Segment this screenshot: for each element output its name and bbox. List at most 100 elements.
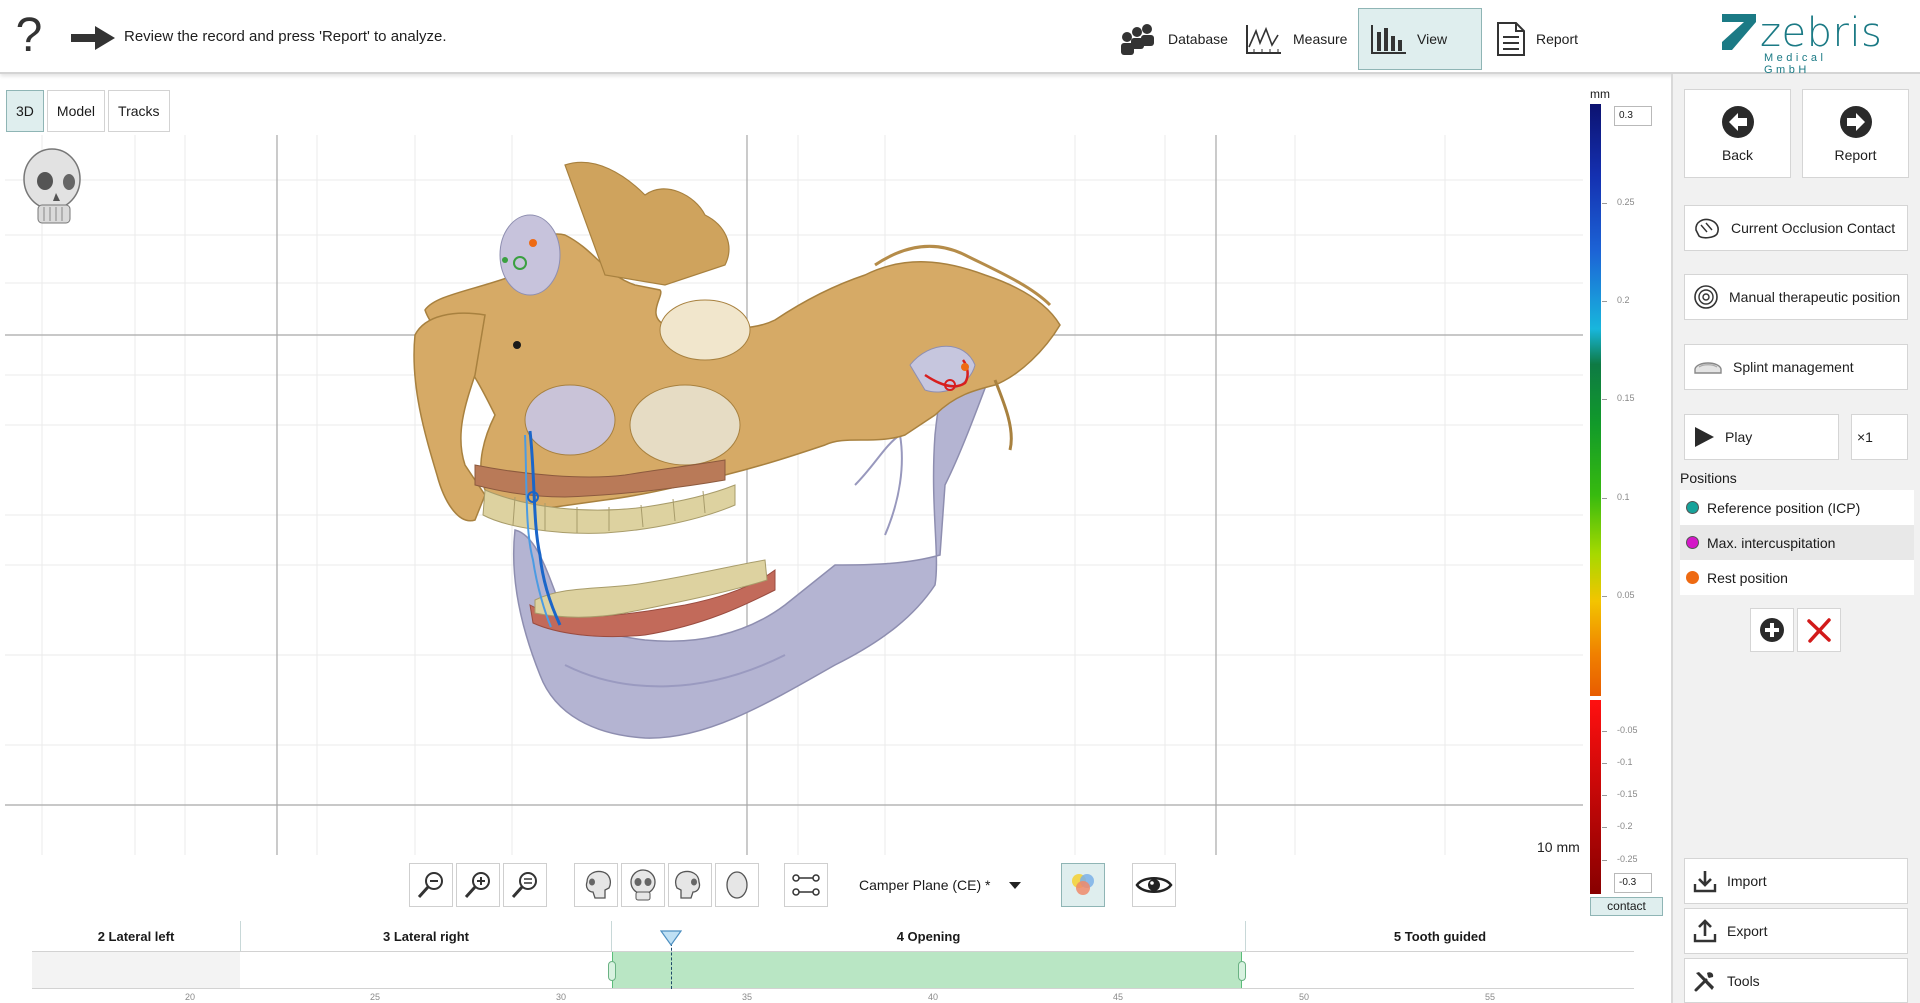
position-item[interactable]: Max. intercuspitation: [1680, 525, 1914, 560]
visibility-button[interactable]: [1132, 863, 1176, 907]
zoom-in-button[interactable]: [456, 863, 500, 907]
instruction-text: Review the record and press 'Report' to …: [124, 28, 447, 45]
legend-min-input[interactable]: -0.3: [1614, 873, 1652, 893]
nav-measure-label: Measure: [1293, 31, 1348, 47]
legend-tick-label: 0.2: [1617, 295, 1630, 305]
connection-tool-button[interactable]: [784, 863, 828, 907]
export-label: Export: [1727, 923, 1768, 939]
manual-therapeutic-position-button[interactable]: Manual therapeutic position: [1684, 274, 1908, 320]
zoom-fit-icon: [511, 872, 537, 899]
add-position-button[interactable]: [1750, 608, 1794, 652]
legend-tick-label: -0.1: [1617, 757, 1633, 767]
timeline-selection[interactable]: [611, 952, 1243, 988]
timeline-tick-label: 25: [370, 992, 381, 1002]
nav-database-button[interactable]: Database: [1108, 8, 1240, 70]
nav-report-button[interactable]: Report: [1484, 8, 1590, 70]
segment-tooth-guided[interactable]: 5 Tooth guided: [1245, 921, 1634, 951]
timeline-track-disabled: [32, 952, 240, 988]
playhead-marker-icon[interactable]: [660, 930, 682, 946]
play-button[interactable]: Play: [1684, 414, 1839, 460]
view-top-button[interactable]: [715, 863, 759, 907]
legend-tick-label: 0.05: [1617, 590, 1635, 600]
nav-measure-button[interactable]: Measure: [1233, 8, 1359, 70]
contact-button[interactable]: contact: [1590, 897, 1663, 916]
add-circle-icon: [1760, 618, 1784, 642]
nav-view-button[interactable]: View: [1358, 8, 1482, 70]
report-button[interactable]: Report: [1802, 89, 1909, 178]
zebris-logo: zebris Medical GmbH: [1722, 10, 1882, 76]
view-front-button[interactable]: [621, 863, 665, 907]
nav-view-label: View: [1417, 31, 1448, 47]
skull-orientation-icon[interactable]: [20, 145, 90, 231]
position-color-dot: [1686, 571, 1699, 584]
eye-icon: [1135, 877, 1173, 893]
top-bar: ? Review the record and press 'Report' t…: [0, 0, 1920, 76]
import-button[interactable]: Import: [1684, 858, 1908, 904]
splint-icon: [1694, 362, 1722, 374]
timeline-tick-label: 50: [1299, 992, 1310, 1002]
selection-start-handle[interactable]: [607, 961, 616, 981]
legend-tick-label: 0.15: [1617, 393, 1635, 403]
legend-tick-label: -0.25: [1617, 854, 1638, 864]
tab-3d[interactable]: 3D: [6, 90, 44, 132]
back-label: Back: [1721, 146, 1754, 163]
zoom-out-icon: [417, 872, 443, 899]
plane-select-value: Camper Plane (CE) *: [859, 877, 991, 893]
help-icon[interactable]: ?: [12, 10, 46, 62]
splint-management-button[interactable]: Splint management: [1684, 344, 1908, 390]
timeline[interactable]: 2 Lateral left 3 Lateral right 4 Opening…: [32, 921, 1634, 1003]
positions-title: Positions: [1680, 470, 1737, 486]
delete-position-button[interactable]: [1797, 608, 1841, 652]
logo-subtitle: Medical GmbH: [1764, 52, 1827, 76]
playhead-line: [671, 943, 672, 989]
tools-button[interactable]: Tools: [1684, 958, 1908, 1003]
manual-therapeutic-position-label: Manual therapeutic position: [1729, 289, 1901, 305]
arrow-left-circle-icon: [1721, 105, 1754, 138]
import-icon: [1693, 871, 1717, 893]
segment-lateral-right[interactable]: 3 Lateral right: [240, 921, 611, 951]
play-icon: [1695, 427, 1714, 447]
scale-label: 10 mm: [1537, 839, 1580, 855]
color-overlay-button[interactable]: [1061, 863, 1105, 907]
delete-x-icon: [1807, 618, 1831, 643]
viewport-3d[interactable]: [5, 135, 1583, 855]
position-item[interactable]: Reference position (ICP): [1680, 490, 1914, 525]
skull-model[interactable]: [413, 161, 1061, 522]
tab-tracks[interactable]: Tracks: [108, 90, 170, 132]
zoom-out-button[interactable]: [409, 863, 453, 907]
color-overlay-icon: [1072, 874, 1094, 895]
chevron-down-icon: [1009, 881, 1021, 889]
users-icon: [1121, 24, 1154, 55]
playback-speed-button[interactable]: ×1: [1851, 414, 1908, 460]
splint-management-label: Splint management: [1733, 359, 1854, 375]
position-label: Rest position: [1707, 569, 1788, 586]
arrow-right-circle-icon: [1839, 105, 1872, 138]
position-label: Reference position (ICP): [1707, 499, 1861, 516]
timeline-tick-label: 55: [1485, 992, 1496, 1002]
legend-tick-label: -0.05: [1617, 725, 1638, 735]
legend-max-input[interactable]: 0.3: [1614, 106, 1652, 126]
timeline-tick-label: 40: [928, 992, 939, 1002]
lower-teeth: [529, 559, 776, 638]
legend-tick-label: -0.2: [1617, 821, 1633, 831]
legend-tick-label: -0.15: [1617, 789, 1638, 799]
segment-lateral-left[interactable]: 2 Lateral left: [32, 921, 240, 951]
target-icon: [1694, 285, 1718, 309]
current-occlusion-contact-button[interactable]: Current Occlusion Contact: [1684, 205, 1908, 251]
segment-opening[interactable]: 4 Opening: [611, 921, 1245, 951]
tools-label: Tools: [1727, 972, 1760, 989]
plane-select[interactable]: Camper Plane (CE) *: [845, 863, 1035, 907]
tab-model[interactable]: Model: [46, 90, 106, 132]
playback-speed-label: ×1: [1857, 429, 1873, 445]
timeline-tick-label: 45: [1113, 992, 1124, 1002]
position-item[interactable]: Rest position: [1680, 560, 1914, 595]
viewport-grid: [5, 135, 1583, 855]
skull-top-icon: [726, 871, 748, 899]
export-button[interactable]: Export: [1684, 908, 1908, 954]
zoom-fit-button[interactable]: [503, 863, 547, 907]
view-right-button[interactable]: [668, 863, 712, 907]
view-left-button[interactable]: [574, 863, 618, 907]
bar-chart-icon: [1371, 25, 1406, 54]
selection-end-handle[interactable]: [1238, 961, 1247, 981]
back-button[interactable]: Back: [1684, 89, 1791, 178]
